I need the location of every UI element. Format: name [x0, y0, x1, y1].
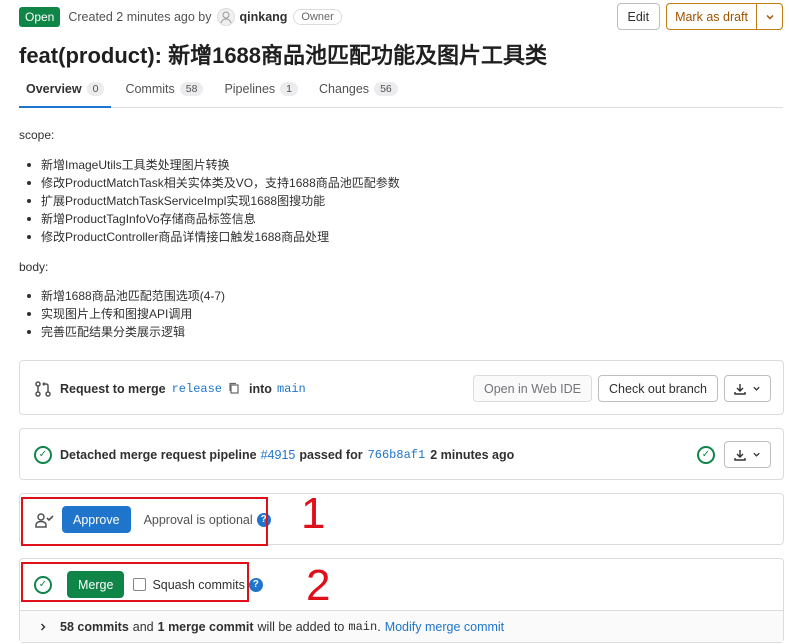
copy-icon[interactable]	[228, 382, 240, 395]
period: .	[377, 619, 381, 634]
scope-heading: scope:	[19, 128, 55, 142]
tab-count: 58	[179, 82, 204, 96]
mark-as-draft-split-button: Mark as draft	[666, 3, 783, 30]
commit-sha-link[interactable]: 766b8af1	[368, 448, 426, 462]
merge-request-prefix: Request to merge	[60, 381, 166, 396]
tab-count: 0	[86, 81, 105, 96]
annotation-label-2: 2	[306, 561, 331, 610]
body-list: 新增1688商品池匹配范围选项(4-7) 实现图片上传和图搜API调用 完善匹配…	[19, 287, 400, 341]
commits-count: 58 commits	[60, 619, 129, 634]
annotation-box-2	[21, 562, 249, 602]
added-to-text: will be added to	[257, 619, 345, 634]
pipeline-passed-icon[interactable]: ✓	[34, 445, 52, 464]
tab-pipelines[interactable]: Pipelines 1	[217, 71, 305, 107]
list-item: 完善匹配结果分类展示逻辑	[19, 323, 400, 341]
tab-label: Overview	[26, 81, 82, 96]
tab-count: 56	[374, 82, 398, 96]
mark-as-draft-button[interactable]: Mark as draft	[667, 4, 756, 29]
chevron-down-icon	[753, 386, 760, 391]
author-name[interactable]: qinkang	[240, 10, 288, 24]
source-branch[interactable]: release	[172, 382, 222, 396]
artifacts-dropdown-button[interactable]	[724, 441, 771, 468]
list-item: 新增ProductTagInfoVo存储商品标签信息	[19, 210, 400, 228]
scope-list: 新增ImageUtils工具类处理图片转换 修改ProductMatchTask…	[19, 156, 400, 246]
download-icon	[734, 449, 746, 461]
mr-description: scope: 新增ImageUtils工具类处理图片转换 修改ProductMa…	[19, 127, 400, 341]
target-branch[interactable]: main	[277, 382, 306, 396]
list-item: 实现图片上传和图搜API调用	[19, 305, 400, 323]
pipeline-stage-passed-icon[interactable]: ✓	[697, 445, 715, 464]
pipeline-prefix: Detached merge request pipeline	[60, 447, 257, 462]
tab-label: Pipelines	[224, 82, 276, 96]
modify-merge-commit-link[interactable]: Modify merge commit	[385, 620, 504, 634]
mr-tabs: Overview 0 Commits 58 Pipelines 1 Change…	[19, 71, 783, 108]
chevron-right-icon[interactable]	[38, 622, 48, 632]
tab-overview[interactable]: Overview 0	[19, 71, 112, 108]
check-out-branch-button[interactable]: Check out branch	[598, 375, 718, 402]
list-item: 修改ProductMatchTask相关实体类及VO，支持1688商品池匹配参数	[19, 174, 400, 192]
tab-label: Changes	[319, 82, 370, 96]
list-item: 修改ProductController商品详情接口触发1688商品处理	[19, 228, 400, 246]
passed-for-text: passed for	[299, 447, 363, 462]
open-web-ide-button[interactable]: Open in Web IDE	[472, 375, 593, 402]
header-actions: Edit Mark as draft	[616, 3, 783, 30]
chevron-down-icon	[753, 452, 760, 457]
and-text: and	[132, 619, 154, 634]
merge-request-icon	[35, 380, 51, 397]
target-branch-name: main	[348, 619, 378, 634]
role-badge: Owner	[293, 9, 342, 25]
tab-label: Commits	[125, 82, 175, 96]
created-text: Created 2 minutes ago by	[68, 10, 212, 24]
tab-count: 1	[280, 82, 299, 96]
pipeline-panel: ✓ Detached merge request pipeline #4915 …	[19, 428, 784, 480]
into-text: into	[249, 381, 272, 396]
list-item: 扩展ProductMatchTaskServiceImpl实现1688图搜功能	[19, 192, 400, 210]
merge-commit-count: 1 merge commit	[157, 619, 254, 634]
download-dropdown-button[interactable]	[724, 375, 771, 402]
avatar[interactable]	[216, 8, 235, 26]
merge-request-info-panel: Request to merge release into main Open …	[19, 360, 784, 415]
tab-commits[interactable]: Commits 58	[118, 71, 210, 107]
edit-button[interactable]: Edit	[616, 3, 661, 30]
status-badge: Open	[19, 7, 61, 27]
annotation-box-1	[21, 497, 268, 546]
list-item: 新增1688商品池匹配范围选项(4-7)	[19, 287, 400, 305]
pipeline-time: 2 minutes ago	[430, 447, 515, 462]
chevron-down-icon[interactable]	[756, 4, 782, 29]
annotation-label-1: 1	[301, 489, 326, 538]
pipeline-link[interactable]: #4915	[261, 448, 296, 462]
help-icon[interactable]: ?	[248, 577, 263, 592]
list-item: 新增ImageUtils工具类处理图片转换	[19, 156, 400, 174]
download-icon	[734, 383, 746, 395]
mr-header: Open Created 2 minutes ago by qinkang Ow…	[19, 3, 783, 30]
tab-changes[interactable]: Changes 56	[312, 71, 405, 107]
merge-commit-summary: 58 commits and 1 merge commit will be ad…	[20, 610, 783, 642]
page-title: feat(product): 新增1688商品池匹配功能及图片工具类	[19, 43, 548, 68]
avatar-icon	[220, 11, 231, 24]
body-heading: body:	[19, 260, 49, 274]
